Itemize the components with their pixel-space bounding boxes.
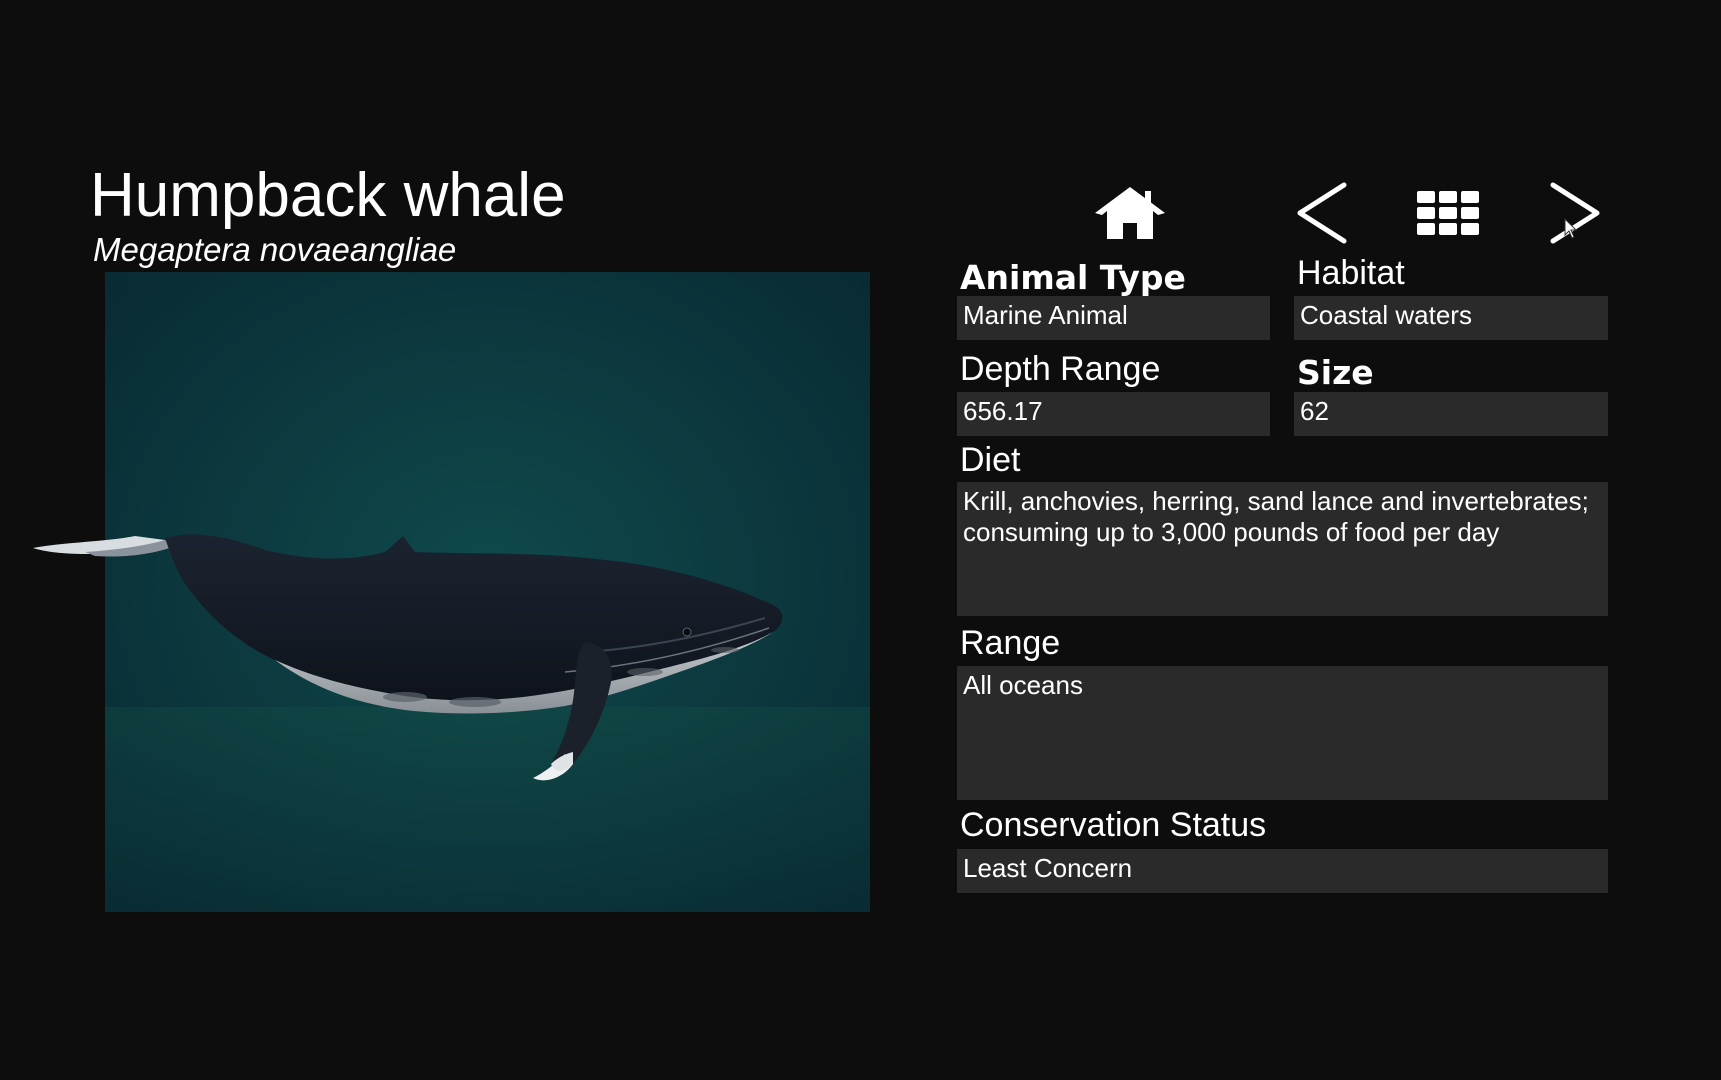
- size-field: 62: [1294, 392, 1608, 436]
- previous-button[interactable]: [1282, 178, 1362, 248]
- mouse-cursor-icon: [1564, 218, 1578, 239]
- page-title: Humpback whale: [90, 161, 566, 230]
- grid-menu-button[interactable]: [1408, 178, 1488, 248]
- whale-model[interactable]: [25, 532, 845, 792]
- diet-label: Diet: [960, 441, 1021, 479]
- range-label: Range: [960, 624, 1061, 662]
- habitat-label: Habitat: [1297, 254, 1405, 292]
- range-field: All oceans: [957, 666, 1608, 800]
- grid-icon: [1417, 191, 1479, 235]
- home-icon: [1095, 187, 1165, 239]
- home-button[interactable]: [1090, 178, 1170, 248]
- size-label: Size: [1297, 353, 1374, 392]
- model-viewer[interactable]: [33, 272, 870, 912]
- chevron-left-icon: [1297, 182, 1347, 244]
- diet-field: Krill, anchovies, herring, sand lance an…: [957, 482, 1608, 616]
- depth-range-label: Depth Range: [960, 350, 1161, 388]
- animal-type-field: Marine Animal: [957, 296, 1270, 340]
- conservation-status-field: Least Concern: [957, 849, 1608, 893]
- conservation-status-label: Conservation Status: [960, 806, 1267, 844]
- habitat-field: Coastal waters: [1294, 296, 1608, 340]
- animal-detail-page: Humpback whale Megaptera novaeangliae An…: [0, 0, 1721, 1080]
- depth-range-field: 656.17: [957, 392, 1270, 436]
- scientific-name: Megaptera novaeangliae: [93, 231, 457, 268]
- animal-type-label: Animal Type: [960, 258, 1186, 297]
